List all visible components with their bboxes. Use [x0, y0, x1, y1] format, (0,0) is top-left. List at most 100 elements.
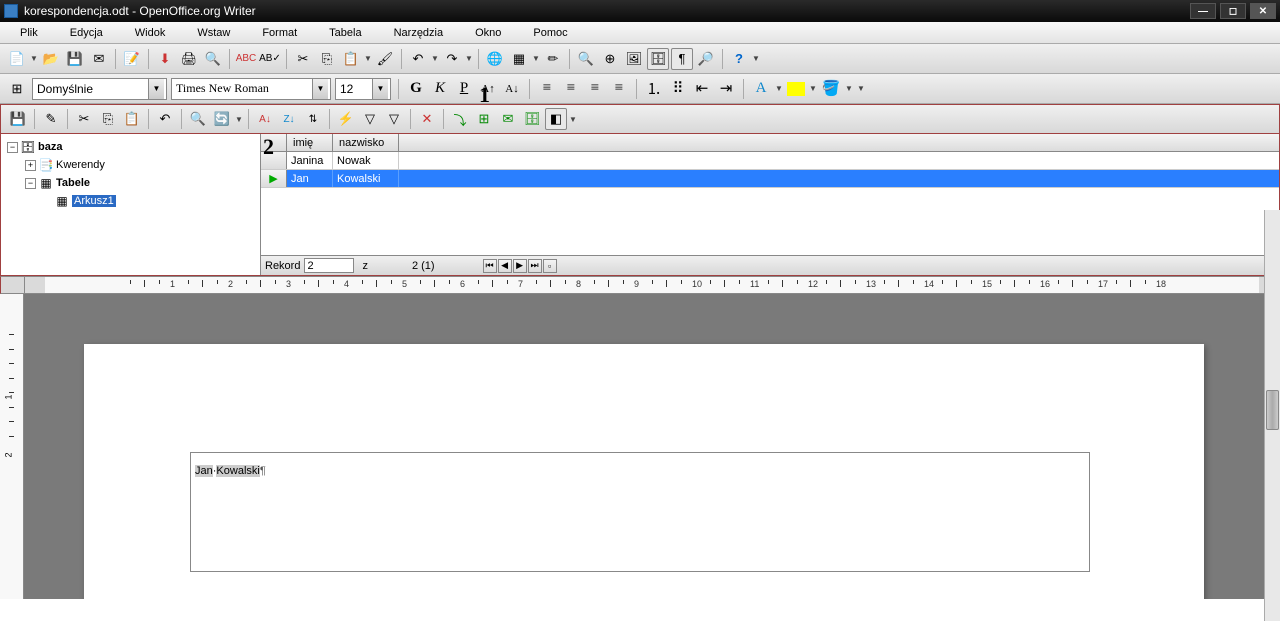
mailmerge-field-nazwisko[interactable]: Kowalski — [216, 465, 259, 477]
nav-new-icon[interactable]: ▫ — [543, 259, 557, 273]
align-center-icon[interactable]: ≡ — [561, 79, 581, 99]
format-overflow-icon[interactable]: ▼ — [857, 84, 865, 93]
help-icon[interactable]: ? — [728, 48, 750, 70]
document-text[interactable]: Jan·Kowalski¶ — [195, 455, 266, 479]
undo-dropdown-icon[interactable]: ▼ — [431, 54, 439, 63]
find-record-icon[interactable]: 🔍 — [187, 108, 209, 130]
numbered-list-icon[interactable]: ⒈ — [644, 79, 664, 99]
font-color-dropdown-icon[interactable]: ▼ — [775, 84, 783, 93]
print-preview-icon[interactable]: 🔍 — [202, 48, 224, 70]
grid-row[interactable]: Janina Nowak — [261, 152, 1279, 170]
print-icon[interactable]: 🖨 — [178, 48, 200, 70]
font-name-dropdown-icon[interactable]: ▼ — [312, 79, 328, 99]
bullet-list-icon[interactable]: ⠿ — [668, 79, 688, 99]
tree-node-sheet[interactable]: ▦ Arkusz1 — [3, 192, 258, 210]
remove-filter-icon[interactable]: ✕ — [416, 108, 438, 130]
tree-node-tables[interactable]: − ▦ Tabele — [3, 174, 258, 192]
open-icon[interactable]: 📂 — [40, 48, 62, 70]
data-to-text-icon[interactable]: ⤵ — [449, 108, 471, 130]
maximize-button[interactable]: ◻ — [1220, 3, 1246, 19]
undo-db-icon[interactable]: ↶ — [154, 108, 176, 130]
menu-plik[interactable]: Plik — [4, 25, 54, 41]
styles-icon[interactable]: ⊞ — [6, 78, 28, 100]
minimize-button[interactable]: — — [1190, 3, 1216, 19]
font-name-input[interactable] — [172, 79, 312, 99]
paste-db-icon[interactable]: 📋 — [121, 108, 143, 130]
grid-header-nazwisko[interactable]: nazwisko — [333, 134, 399, 151]
scrollbar-thumb[interactable] — [1266, 390, 1279, 430]
superscript-icon[interactable]: A↑ — [478, 79, 498, 99]
datasources-icon[interactable]: 🗄 — [647, 48, 669, 70]
copy-icon[interactable]: ⎘ — [316, 48, 338, 70]
underline-button[interactable]: P — [454, 79, 474, 99]
nonprinting-icon[interactable]: ¶ — [671, 48, 693, 70]
refresh-icon[interactable]: 🔄 — [211, 108, 233, 130]
grid-cell[interactable]: Kowalski — [333, 170, 399, 187]
autofilter-icon[interactable]: ⚡ — [335, 108, 357, 130]
undo-icon[interactable]: ↶ — [407, 48, 429, 70]
nav-last-icon[interactable]: ⏭ — [528, 259, 542, 273]
grid-cell[interactable]: Nowak — [333, 152, 399, 169]
redo-icon[interactable]: ↷ — [441, 48, 463, 70]
menu-tabela[interactable]: Tabela — [313, 25, 377, 41]
highlight-icon[interactable] — [787, 82, 805, 96]
menu-format[interactable]: Format — [246, 25, 313, 41]
toolbar-overflow-icon[interactable]: ▼ — [752, 54, 760, 63]
new-doc-icon[interactable]: 📄 — [6, 48, 28, 70]
align-justify-icon[interactable]: ≡ — [609, 79, 629, 99]
gallery-icon[interactable]: 🖼 — [623, 48, 645, 70]
navigator-icon[interactable]: ⊕ — [599, 48, 621, 70]
background-color-icon[interactable]: 🪣 — [821, 79, 841, 99]
zoom-icon[interactable]: 🔎 — [695, 48, 717, 70]
save-icon[interactable]: 💾 — [64, 48, 86, 70]
font-size-combo[interactable]: ▼ — [335, 78, 391, 100]
sort-icon[interactable]: ⇅ — [302, 108, 324, 130]
refresh-dropdown-icon[interactable]: ▼ — [235, 115, 243, 124]
nav-first-icon[interactable]: ⏮ — [483, 259, 497, 273]
db-overflow-icon[interactable]: ▼ — [569, 115, 577, 124]
edit-data-icon[interactable]: ✎ — [40, 108, 62, 130]
highlight-dropdown-icon[interactable]: ▼ — [809, 84, 817, 93]
mail-merge-icon[interactable]: ✉ — [497, 108, 519, 130]
menu-widok[interactable]: Widok — [119, 25, 182, 41]
copy-db-icon[interactable]: ⎘ — [97, 108, 119, 130]
find-icon[interactable]: 🔍 — [575, 48, 597, 70]
collapse-icon[interactable]: − — [25, 178, 36, 189]
indent-increase-icon[interactable]: ⇥ — [716, 79, 736, 99]
edit-doc-icon[interactable]: 📝 — [121, 48, 143, 70]
collapse-icon[interactable]: − — [7, 142, 18, 153]
paste-dropdown-icon[interactable]: ▼ — [364, 54, 372, 63]
page-viewport[interactable]: Jan·Kowalski¶ — [24, 294, 1280, 599]
tree-node-database[interactable]: − 🗄 baza — [3, 138, 258, 156]
menu-okno[interactable]: Okno — [459, 25, 517, 41]
close-button[interactable]: ✕ — [1250, 3, 1276, 19]
email-icon[interactable]: ✉ — [88, 48, 110, 70]
table-icon[interactable]: ▦ — [508, 48, 530, 70]
indent-decrease-icon[interactable]: ⇤ — [692, 79, 712, 99]
spellcheck-icon[interactable]: ABC — [235, 48, 257, 70]
datasource-tree[interactable]: − 🗄 baza + 📑 Kwerendy − ▦ Tabele ▦ Arkus… — [1, 134, 261, 275]
font-color-icon[interactable]: A — [751, 79, 771, 99]
text-frame[interactable]: Jan·Kowalski¶ — [190, 452, 1090, 572]
paragraph-style-combo[interactable]: ▼ — [32, 78, 167, 100]
align-left-icon[interactable]: ≡ — [537, 79, 557, 99]
record-number-input[interactable] — [304, 258, 354, 273]
grid-corner[interactable] — [261, 134, 287, 151]
paragraph-style-input[interactable] — [33, 79, 148, 99]
nav-next-icon[interactable]: ▶ — [513, 259, 527, 273]
background-dropdown-icon[interactable]: ▼ — [845, 84, 853, 93]
grid-row-selected[interactable]: ▶ Jan Kowalski — [261, 170, 1279, 188]
standard-filter-icon[interactable]: ▽ — [383, 108, 405, 130]
row-header-current[interactable]: ▶ — [261, 170, 287, 187]
font-size-dropdown-icon[interactable]: ▼ — [372, 79, 388, 99]
hyperlink-icon[interactable]: 🌐 — [484, 48, 506, 70]
paste-icon[interactable]: 📋 — [340, 48, 362, 70]
save-record-icon[interactable]: 💾 — [7, 108, 29, 130]
align-right-icon[interactable]: ≡ — [585, 79, 605, 99]
sort-asc-icon[interactable]: A↓ — [254, 108, 276, 130]
new-dropdown-icon[interactable]: ▼ — [30, 54, 38, 63]
grid-header-imie[interactable]: imię — [287, 134, 333, 151]
bold-button[interactable]: G — [406, 79, 426, 99]
font-name-combo[interactable]: ▼ — [171, 78, 331, 100]
vertical-scrollbar[interactable] — [1264, 210, 1280, 621]
